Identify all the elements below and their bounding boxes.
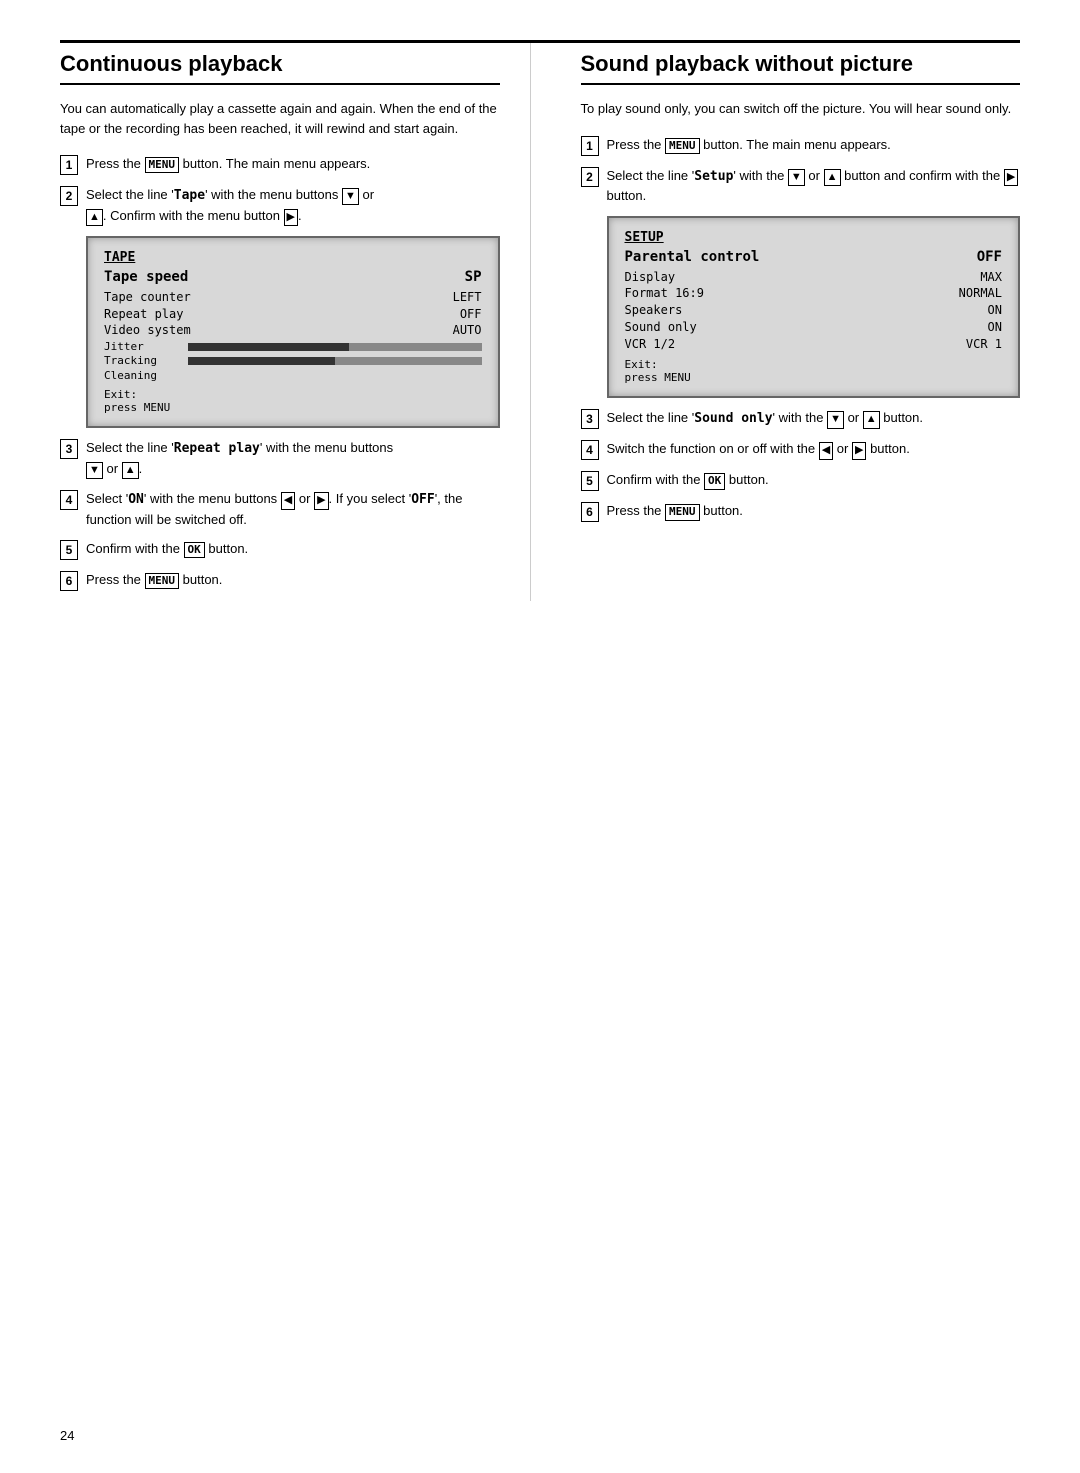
step-2-text: Select the line 'Tape' with the menu but… [86, 185, 500, 226]
right-step-num-5: 5 [581, 471, 599, 491]
step-num-2: 2 [60, 186, 78, 206]
right-menu-btn-1: MENU [665, 138, 700, 154]
left-step-1: 1 Press the MENU button. The main menu a… [60, 154, 500, 175]
right-title: Sound playback without picture [581, 43, 1021, 85]
setup-menu-title: SETUP [625, 230, 1003, 245]
right-right-2: ▶ [1004, 169, 1018, 186]
display-row: DisplayMAX [625, 269, 1003, 286]
left-intro: You can automatically play a cassette ag… [60, 99, 500, 138]
right-right-4: ▶ [852, 442, 866, 459]
left-step-6: 6 Press the MENU button. [60, 570, 500, 591]
step-5-text: Confirm with the OK button. [86, 539, 500, 559]
step-3-text: Select the line 'Repeat play' with the m… [86, 438, 500, 479]
right-up-3: ▲ [863, 411, 880, 428]
parental-control-label: Parental control [625, 249, 760, 265]
right-step-num-3: 3 [581, 409, 599, 429]
right-left-4: ◀ [819, 442, 833, 459]
right-step-5: 5 Confirm with the OK button. [581, 470, 1021, 491]
tape-exit-text: Exit:press MENU [104, 388, 482, 414]
left-step-2: 2 Select the line 'Tape' with the menu b… [60, 185, 500, 226]
left-step-3: 3 Select the line 'Repeat play' with the… [60, 438, 500, 479]
tape-speed-val: SP [465, 269, 482, 285]
sound-only-row: Sound onlyON [625, 319, 1003, 336]
right-step-6-text: Press the MENU button. [607, 501, 1021, 521]
menu-btn-ref-1: MENU [145, 157, 180, 173]
cleaning-row: Cleaning [104, 369, 482, 382]
step-num-6: 6 [60, 571, 78, 591]
up-arrow-3: ▲ [122, 462, 139, 479]
step-4-text: Select 'ON' with the menu buttons ◀ or ▶… [86, 489, 500, 529]
step-1-text: Press the MENU button. The main menu app… [86, 154, 500, 174]
right-step-4: 4 Switch the function on or off with the… [581, 439, 1021, 460]
left-title: Continuous playback [60, 43, 500, 85]
right-step-3-text: Select the line 'Sound only' with the ▼ … [607, 408, 1021, 429]
parental-control-val: OFF [977, 249, 1002, 265]
right-column: Sound playback without picture To play s… [571, 43, 1021, 601]
main-columns: Continuous playback You can automaticall… [60, 43, 1020, 601]
right-ok-btn-5: OK [704, 473, 725, 489]
right-step-2-text: Select the line 'Setup' with the ▼ or ▲ … [607, 166, 1021, 206]
right-step-num-1: 1 [581, 136, 599, 156]
right-arrow-4: ▶ [314, 492, 328, 509]
right-arrow-btn: ▶ [284, 209, 298, 226]
down-arrow-btn: ▼ [342, 188, 359, 205]
right-step-3: 3 Select the line 'Sound only' with the … [581, 408, 1021, 429]
right-down-2: ▼ [788, 169, 805, 186]
right-menu-btn-6: MENU [665, 504, 700, 520]
right-step-4-text: Switch the function on or off with the ◀… [607, 439, 1021, 459]
up-arrow-btn: ▲ [86, 209, 103, 226]
vcr-row: VCR 1/2VCR 1 [625, 336, 1003, 353]
right-intro: To play sound only, you can switch off t… [581, 99, 1021, 119]
tape-menu-title: TAPE [104, 250, 482, 265]
right-step-num-6: 6 [581, 502, 599, 522]
down-arrow-3: ▼ [86, 462, 103, 479]
right-step-1-text: Press the MENU button. The main menu app… [607, 135, 1021, 155]
step-num-3: 3 [60, 439, 78, 459]
left-column: Continuous playback You can automaticall… [60, 43, 531, 601]
speakers-row: SpeakersON [625, 302, 1003, 319]
tape-menu-screen: TAPE Tape speed SP Tape counterLEFT Repe… [86, 236, 500, 428]
tape-speed-label: Tape speed [104, 269, 188, 285]
right-step-6: 6 Press the MENU button. [581, 501, 1021, 522]
step-num-1: 1 [60, 155, 78, 175]
repeat-play-row: Repeat playOFF [104, 306, 482, 323]
left-step-4: 4 Select 'ON' with the menu buttons ◀ or… [60, 489, 500, 529]
left-step-5: 5 Confirm with the OK button. [60, 539, 500, 560]
step-num-4: 4 [60, 490, 78, 510]
setup-exit-text: Exit:press MENU [625, 358, 1003, 384]
setup-menu-screen: SETUP Parental control OFF DisplayMAX Fo… [607, 216, 1021, 399]
right-step-num-4: 4 [581, 440, 599, 460]
video-system-row: Video systemAUTO [104, 322, 482, 339]
step-6-text: Press the MENU button. [86, 570, 500, 590]
page-number: 24 [60, 1428, 74, 1443]
right-up-2: ▲ [824, 169, 841, 186]
right-step-2: 2 Select the line 'Setup' with the ▼ or … [581, 166, 1021, 206]
jitter-row: Jitter [104, 340, 482, 353]
right-step-5-text: Confirm with the OK button. [607, 470, 1021, 490]
left-arrow-4: ◀ [281, 492, 295, 509]
right-step-1: 1 Press the MENU button. The main menu a… [581, 135, 1021, 156]
step-num-5: 5 [60, 540, 78, 560]
menu-btn-ref-6: MENU [145, 573, 180, 589]
ok-btn-ref-5: OK [184, 542, 205, 558]
tape-counter-row: Tape counterLEFT [104, 289, 482, 306]
tracking-row: Tracking [104, 354, 482, 367]
format-row: Format 16:9NORMAL [625, 285, 1003, 302]
right-step-num-2: 2 [581, 167, 599, 187]
right-down-3: ▼ [827, 411, 844, 428]
